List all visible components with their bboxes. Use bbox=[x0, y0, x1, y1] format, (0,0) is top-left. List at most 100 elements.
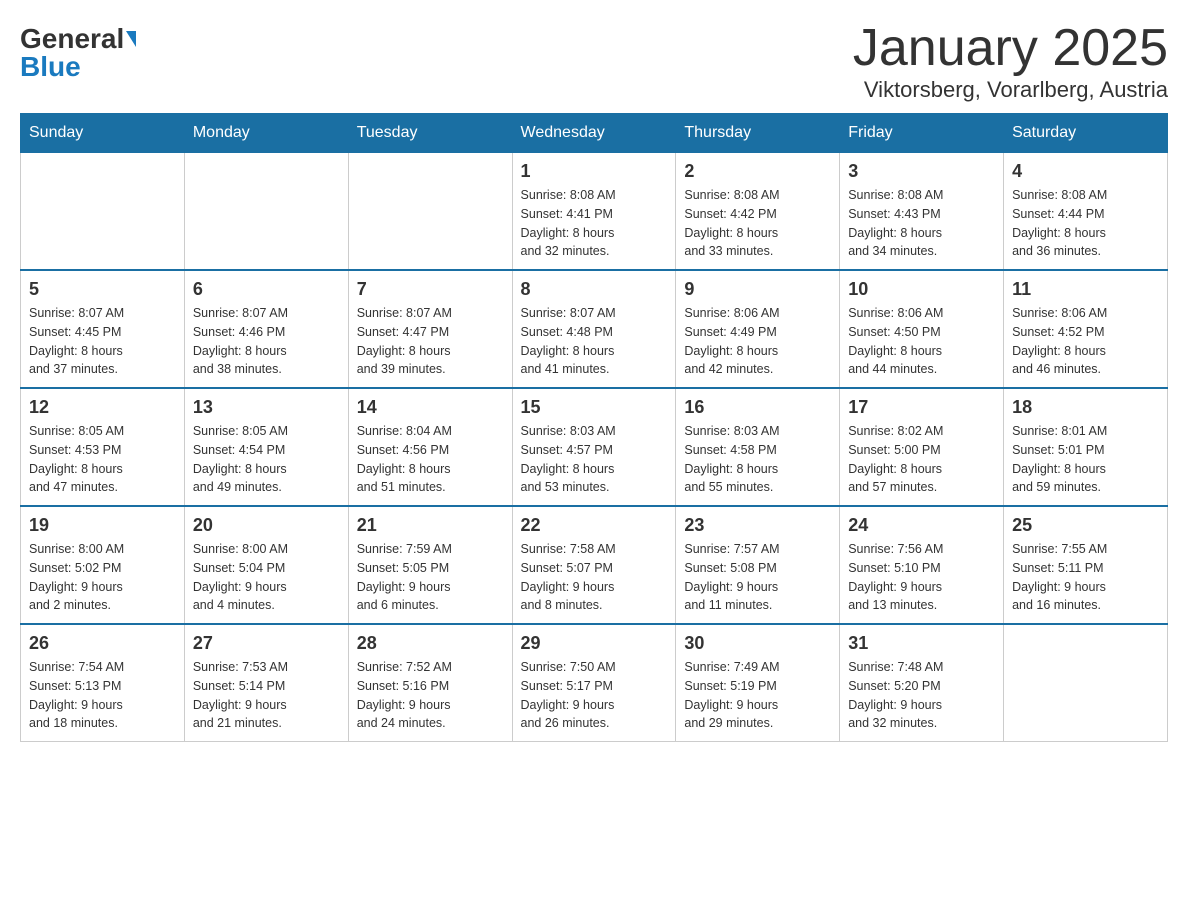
calendar-week-row: 26Sunrise: 7:54 AMSunset: 5:13 PMDayligh… bbox=[21, 624, 1168, 742]
calendar-cell: 25 Sunrise: 7:55 AMSunset: 5:11 PMDayligh… bbox=[1004, 506, 1168, 624]
calendar-week-row: 1Sunrise: 8:08 AMSunset: 4:41 PMDaylight… bbox=[21, 153, 1168, 271]
column-header-friday: Friday bbox=[840, 114, 1004, 153]
day-info: Sunrise: 8:07 AMSunset: 4:46 PMDaylight:… bbox=[193, 304, 340, 379]
calendar-cell bbox=[1004, 624, 1168, 742]
day-number: 4 bbox=[1012, 161, 1159, 182]
day-info: Sunrise: 8:08 AMSunset: 4:44 PMDaylight:… bbox=[1012, 186, 1159, 261]
calendar-cell: 30 Sunrise: 7:49 AMSunset: 5:19 PMDayligh… bbox=[676, 624, 840, 742]
calendar-cell bbox=[21, 153, 185, 271]
calendar-cell: 16 Sunrise: 8:03 AMSunset: 4:58 PMDayligh… bbox=[676, 388, 840, 506]
column-header-tuesday: Tuesday bbox=[348, 114, 512, 153]
month-title: January 2025 bbox=[853, 20, 1168, 77]
calendar-week-row: 5 Sunrise: 8:07 AMSunset: 4:45 PMDaylight… bbox=[21, 270, 1168, 388]
day-number: 10 bbox=[848, 279, 995, 300]
calendar-cell: 3 Sunrise: 8:08 AMSunset: 4:43 PMDaylight… bbox=[840, 153, 1004, 271]
calendar-cell: 6 Sunrise: 8:07 AMSunset: 4:46 PMDaylight… bbox=[184, 270, 348, 388]
calendar-cell: 15 Sunrise: 8:03 AMSunset: 4:57 PMDayligh… bbox=[512, 388, 676, 506]
day-info: Sunrise: 7:56 AMSunset: 5:10 PMDaylight:… bbox=[848, 540, 995, 615]
calendar-header-row: SundayMondayTuesdayWednesdayThursdayFrid… bbox=[21, 114, 1168, 153]
calendar-cell: 4 Sunrise: 8:08 AMSunset: 4:44 PMDaylight… bbox=[1004, 153, 1168, 271]
day-number: 27 bbox=[193, 633, 340, 654]
calendar-cell: 8Sunrise: 8:07 AMSunset: 4:48 PMDaylight… bbox=[512, 270, 676, 388]
calendar-cell: 29 Sunrise: 7:50 AMSunset: 5:17 PMDayligh… bbox=[512, 624, 676, 742]
calendar-cell: 18 Sunrise: 8:01 AMSunset: 5:01 PMDayligh… bbox=[1004, 388, 1168, 506]
column-header-thursday: Thursday bbox=[676, 114, 840, 153]
day-info: Sunrise: 8:07 AMSunset: 4:47 PMDaylight:… bbox=[357, 304, 504, 379]
day-number: 11 bbox=[1012, 279, 1159, 300]
day-number: 16 bbox=[684, 397, 831, 418]
day-number: 9 bbox=[684, 279, 831, 300]
day-number: 8 bbox=[521, 279, 668, 300]
day-number: 13 bbox=[193, 397, 340, 418]
day-info: Sunrise: 7:52 AMSunset: 5:16 PMDaylight:… bbox=[357, 658, 504, 733]
day-info: Sunrise: 7:53 AMSunset: 5:14 PMDaylight:… bbox=[193, 658, 340, 733]
calendar-cell: 24 Sunrise: 7:56 AMSunset: 5:10 PMDayligh… bbox=[840, 506, 1004, 624]
column-header-wednesday: Wednesday bbox=[512, 114, 676, 153]
day-number: 30 bbox=[684, 633, 831, 654]
day-number: 31 bbox=[848, 633, 995, 654]
day-info: Sunrise: 7:48 AMSunset: 5:20 PMDaylight:… bbox=[848, 658, 995, 733]
day-number: 24 bbox=[848, 515, 995, 536]
calendar-cell: 31 Sunrise: 7:48 AMSunset: 5:20 PMDayligh… bbox=[840, 624, 1004, 742]
column-header-saturday: Saturday bbox=[1004, 114, 1168, 153]
day-number: 21 bbox=[357, 515, 504, 536]
day-info: Sunrise: 8:08 AMSunset: 4:42 PMDaylight:… bbox=[684, 186, 831, 261]
calendar-cell: 17 Sunrise: 8:02 AMSunset: 5:00 PMDayligh… bbox=[840, 388, 1004, 506]
day-info: Sunrise: 8:03 AMSunset: 4:58 PMDaylight:… bbox=[684, 422, 831, 497]
calendar-cell: 2 Sunrise: 8:08 AMSunset: 4:42 PMDaylight… bbox=[676, 153, 840, 271]
calendar-cell: 23 Sunrise: 7:57 AMSunset: 5:08 PMDayligh… bbox=[676, 506, 840, 624]
calendar-cell: 1Sunrise: 8:08 AMSunset: 4:41 PMDaylight… bbox=[512, 153, 676, 271]
day-number: 18 bbox=[1012, 397, 1159, 418]
day-info: Sunrise: 7:57 AMSunset: 5:08 PMDaylight:… bbox=[684, 540, 831, 615]
calendar-cell: 21 Sunrise: 7:59 AMSunset: 5:05 PMDayligh… bbox=[348, 506, 512, 624]
calendar-week-row: 19Sunrise: 8:00 AMSunset: 5:02 PMDayligh… bbox=[21, 506, 1168, 624]
calendar-cell: 20 Sunrise: 8:00 AMSunset: 5:04 PMDayligh… bbox=[184, 506, 348, 624]
day-number: 5 bbox=[29, 279, 176, 300]
calendar-cell: 12 Sunrise: 8:05 AMSunset: 4:53 PMDayligh… bbox=[21, 388, 185, 506]
calendar-cell: 26Sunrise: 7:54 AMSunset: 5:13 PMDayligh… bbox=[21, 624, 185, 742]
day-info: Sunrise: 8:01 AMSunset: 5:01 PMDaylight:… bbox=[1012, 422, 1159, 497]
calendar-cell: 14 Sunrise: 8:04 AMSunset: 4:56 PMDayligh… bbox=[348, 388, 512, 506]
day-info: Sunrise: 8:06 AMSunset: 4:52 PMDaylight:… bbox=[1012, 304, 1159, 379]
calendar-cell: 5 Sunrise: 8:07 AMSunset: 4:45 PMDaylight… bbox=[21, 270, 185, 388]
calendar-cell: 9Sunrise: 8:06 AMSunset: 4:49 PMDaylight… bbox=[676, 270, 840, 388]
day-info: Sunrise: 7:49 AMSunset: 5:19 PMDaylight:… bbox=[684, 658, 831, 733]
day-number: 23 bbox=[684, 515, 831, 536]
day-info: Sunrise: 8:02 AMSunset: 5:00 PMDaylight:… bbox=[848, 422, 995, 497]
day-info: Sunrise: 8:03 AMSunset: 4:57 PMDaylight:… bbox=[521, 422, 668, 497]
calendar-cell: 13Sunrise: 8:05 AMSunset: 4:54 PMDayligh… bbox=[184, 388, 348, 506]
day-number: 28 bbox=[357, 633, 504, 654]
day-number: 6 bbox=[193, 279, 340, 300]
calendar-week-row: 12 Sunrise: 8:05 AMSunset: 4:53 PMDayligh… bbox=[21, 388, 1168, 506]
logo-triangle-icon bbox=[126, 31, 136, 47]
day-number: 25 bbox=[1012, 515, 1159, 536]
logo-general: General bbox=[20, 25, 124, 53]
calendar-cell: 10Sunrise: 8:06 AMSunset: 4:50 PMDayligh… bbox=[840, 270, 1004, 388]
day-info: Sunrise: 8:05 AMSunset: 4:53 PMDaylight:… bbox=[29, 422, 176, 497]
title-area: January 2025 Viktorsberg, Vorarlberg, Au… bbox=[853, 20, 1168, 103]
day-number: 17 bbox=[848, 397, 995, 418]
day-number: 29 bbox=[521, 633, 668, 654]
column-header-monday: Monday bbox=[184, 114, 348, 153]
day-number: 2 bbox=[684, 161, 831, 182]
day-info: Sunrise: 8:00 AMSunset: 5:04 PMDaylight:… bbox=[193, 540, 340, 615]
day-info: Sunrise: 8:00 AMSunset: 5:02 PMDaylight:… bbox=[29, 540, 176, 615]
column-header-sunday: Sunday bbox=[21, 114, 185, 153]
day-info: Sunrise: 7:54 AMSunset: 5:13 PMDaylight:… bbox=[29, 658, 176, 733]
header: General Blue January 2025 Viktorsberg, V… bbox=[20, 20, 1168, 103]
calendar-table: SundayMondayTuesdayWednesdayThursdayFrid… bbox=[20, 113, 1168, 742]
logo: General Blue bbox=[20, 20, 136, 81]
day-info: Sunrise: 8:08 AMSunset: 4:41 PMDaylight:… bbox=[521, 186, 668, 261]
day-number: 14 bbox=[357, 397, 504, 418]
day-info: Sunrise: 7:50 AMSunset: 5:17 PMDaylight:… bbox=[521, 658, 668, 733]
day-info: Sunrise: 7:59 AMSunset: 5:05 PMDaylight:… bbox=[357, 540, 504, 615]
day-number: 20 bbox=[193, 515, 340, 536]
day-info: Sunrise: 8:04 AMSunset: 4:56 PMDaylight:… bbox=[357, 422, 504, 497]
day-info: Sunrise: 8:07 AMSunset: 4:45 PMDaylight:… bbox=[29, 304, 176, 379]
day-number: 3 bbox=[848, 161, 995, 182]
day-number: 15 bbox=[521, 397, 668, 418]
day-number: 12 bbox=[29, 397, 176, 418]
calendar-cell bbox=[184, 153, 348, 271]
day-info: Sunrise: 7:55 AMSunset: 5:11 PMDaylight:… bbox=[1012, 540, 1159, 615]
day-info: Sunrise: 8:08 AMSunset: 4:43 PMDaylight:… bbox=[848, 186, 995, 261]
